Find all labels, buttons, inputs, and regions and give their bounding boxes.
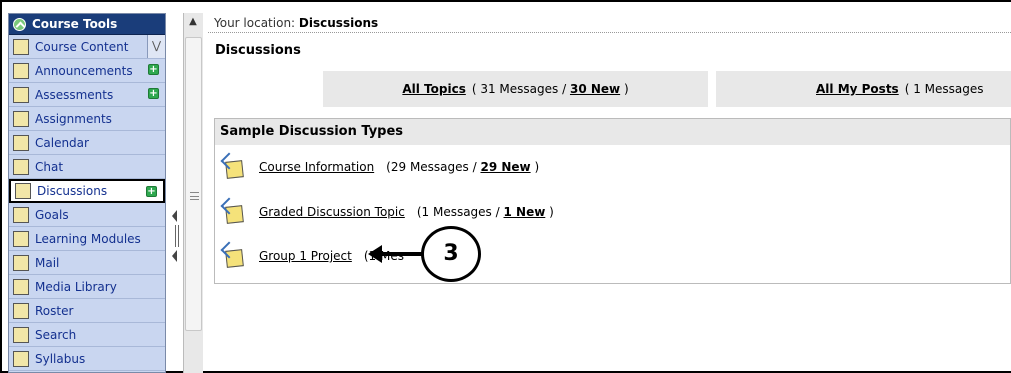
add-icon[interactable]: + xyxy=(148,64,159,75)
splitter-grip xyxy=(175,225,176,247)
main-content: Your location: Discussions Discussions A… xyxy=(208,13,1011,373)
document-icon xyxy=(13,350,29,367)
all-my-posts-link[interactable]: All My Posts xyxy=(816,82,899,96)
sidebar-item-syllabus[interactable]: Syllabus xyxy=(9,347,165,371)
sidebar-item-label: Discussions xyxy=(37,184,108,198)
magnifier-icon xyxy=(13,326,29,343)
modules-icon xyxy=(13,230,29,247)
discussion-topic-icon xyxy=(220,241,245,268)
sidebar-item-chat[interactable]: Chat xyxy=(9,155,165,179)
target-icon xyxy=(13,206,29,223)
callout-arrow xyxy=(378,252,422,256)
sidebar-item-media-library[interactable]: Media Library xyxy=(9,275,165,299)
sidebar-item-label: Assignments xyxy=(35,111,112,126)
sidebar-item-label: Course Content xyxy=(35,39,129,54)
topic-new-link[interactable]: 29 New xyxy=(480,160,530,174)
discussion-category-panel: Sample Discussion Types Course Informati… xyxy=(214,118,1011,284)
topic-count: (29 Messages / 29 New ) xyxy=(386,160,539,174)
callout-number: 3 xyxy=(421,226,481,282)
count-suffix: ) xyxy=(534,160,540,174)
sidebar-item-discussions[interactable]: Discussions + xyxy=(9,179,165,203)
sidebar-item-label: Chat xyxy=(35,159,64,174)
sidebar-item-roster[interactable]: Roster xyxy=(9,299,165,323)
topic-link[interactable]: Group 1 Project xyxy=(259,249,352,263)
pin-icon xyxy=(15,183,31,199)
scrollbar-thumb[interactable] xyxy=(185,37,202,331)
panel-splitter[interactable] xyxy=(168,210,182,265)
collapse-left-icon[interactable] xyxy=(172,250,177,262)
collapse-left-icon[interactable] xyxy=(172,210,177,222)
sidebar-item-assessments[interactable]: Assessments + xyxy=(9,83,165,107)
sidebar-item-search[interactable]: Search xyxy=(9,323,165,347)
sidebar-item-label: Assessments xyxy=(35,87,114,102)
sidebar-item-assignments[interactable]: Assignments xyxy=(9,107,165,131)
sidebar-item-label: Search xyxy=(35,327,77,342)
chevron-down-icon[interactable]: ⋁ xyxy=(147,35,165,58)
breadcrumb-current: Discussions xyxy=(298,16,379,30)
home-icon xyxy=(13,38,29,55)
breadcrumb-prefix: Your location: xyxy=(214,16,296,30)
topic-count: (1 Messages / 1 New ) xyxy=(417,205,554,219)
calendar-icon xyxy=(13,134,29,151)
tab-all-my-posts[interactable]: All My Posts ( 1 Messages xyxy=(716,71,1011,107)
sidebar-scrollbar[interactable]: ▲ xyxy=(183,13,203,373)
all-topics-count: ( 31 Messages / 30 New ) xyxy=(472,82,629,96)
discussion-topic-icon xyxy=(220,197,245,224)
sidebar-item-announcements[interactable]: Announcements + xyxy=(9,59,165,83)
course-tools-sidebar: Course Tools Course Content ⋁ Announceme… xyxy=(8,13,166,373)
category-title: Sample Discussion Types xyxy=(215,119,1010,145)
count-suffix: ) xyxy=(623,82,629,96)
splitter-grip xyxy=(178,225,179,247)
megaphone-icon xyxy=(13,62,29,79)
sidebar-item-label: Calendar xyxy=(35,135,89,150)
sidebar-header[interactable]: Course Tools xyxy=(9,14,165,35)
sidebar-item-label: Learning Modules xyxy=(35,231,141,246)
count-suffix: ) xyxy=(549,205,554,219)
clipboard-icon xyxy=(13,86,29,103)
sidebar-item-learning-modules[interactable]: Learning Modules xyxy=(9,227,165,251)
collapse-icon[interactable] xyxy=(13,17,26,31)
sidebar-item-label: Goals xyxy=(35,207,69,222)
sidebar-item-label: Mail xyxy=(35,255,60,270)
list-item: Course Information (29 Messages / 29 New… xyxy=(220,152,539,182)
sidebar-item-goals[interactable]: Goals xyxy=(9,203,165,227)
discussion-topic-icon xyxy=(220,152,245,179)
sidebar-item-label: Announcements xyxy=(35,63,133,78)
envelope-icon xyxy=(13,254,29,271)
discussion-filter-tabs: All Topics ( 31 Messages / 30 New ) All … xyxy=(323,71,1011,107)
sidebar-title: Course Tools xyxy=(32,17,118,31)
arrow-left-icon xyxy=(368,245,382,263)
sidebar-item-calendar[interactable]: Calendar xyxy=(9,131,165,155)
count-text: ( 31 Messages / xyxy=(471,82,567,96)
count-text: (1 Messages / xyxy=(416,205,500,219)
breadcrumb: Your location: Discussions xyxy=(208,13,1011,33)
all-my-posts-count: ( 1 Messages xyxy=(904,82,984,96)
pencil-icon xyxy=(13,110,29,127)
topic-link[interactable]: Graded Discussion Topic xyxy=(259,205,405,219)
media-icon xyxy=(13,278,29,295)
people-icon xyxy=(13,302,29,319)
topic-link[interactable]: Course Information xyxy=(259,160,374,174)
speech-bubble-icon xyxy=(13,158,29,175)
add-icon[interactable]: + xyxy=(146,186,157,197)
tab-all-topics[interactable]: All Topics ( 31 Messages / 30 New ) xyxy=(323,71,708,107)
sidebar-item-label: Syllabus xyxy=(35,351,86,366)
all-topics-new-link[interactable]: 30 New xyxy=(570,82,620,96)
scroll-grip-icon xyxy=(190,192,199,200)
sidebar-item-label: Roster xyxy=(35,303,74,318)
topic-new-link[interactable]: 1 New xyxy=(504,205,546,219)
sidebar-item-mail[interactable]: Mail xyxy=(9,251,165,275)
count-text: (29 Messages / xyxy=(386,160,477,174)
page-title: Discussions xyxy=(215,43,301,58)
add-icon[interactable]: + xyxy=(148,88,159,99)
all-topics-link[interactable]: All Topics xyxy=(402,82,466,96)
sidebar-item-label: Media Library xyxy=(35,279,117,294)
scroll-up-icon[interactable]: ▲ xyxy=(184,13,202,31)
list-item: Graded Discussion Topic (1 Messages / 1 … xyxy=(220,197,554,227)
sidebar-item-course-content[interactable]: Course Content ⋁ xyxy=(9,35,165,59)
